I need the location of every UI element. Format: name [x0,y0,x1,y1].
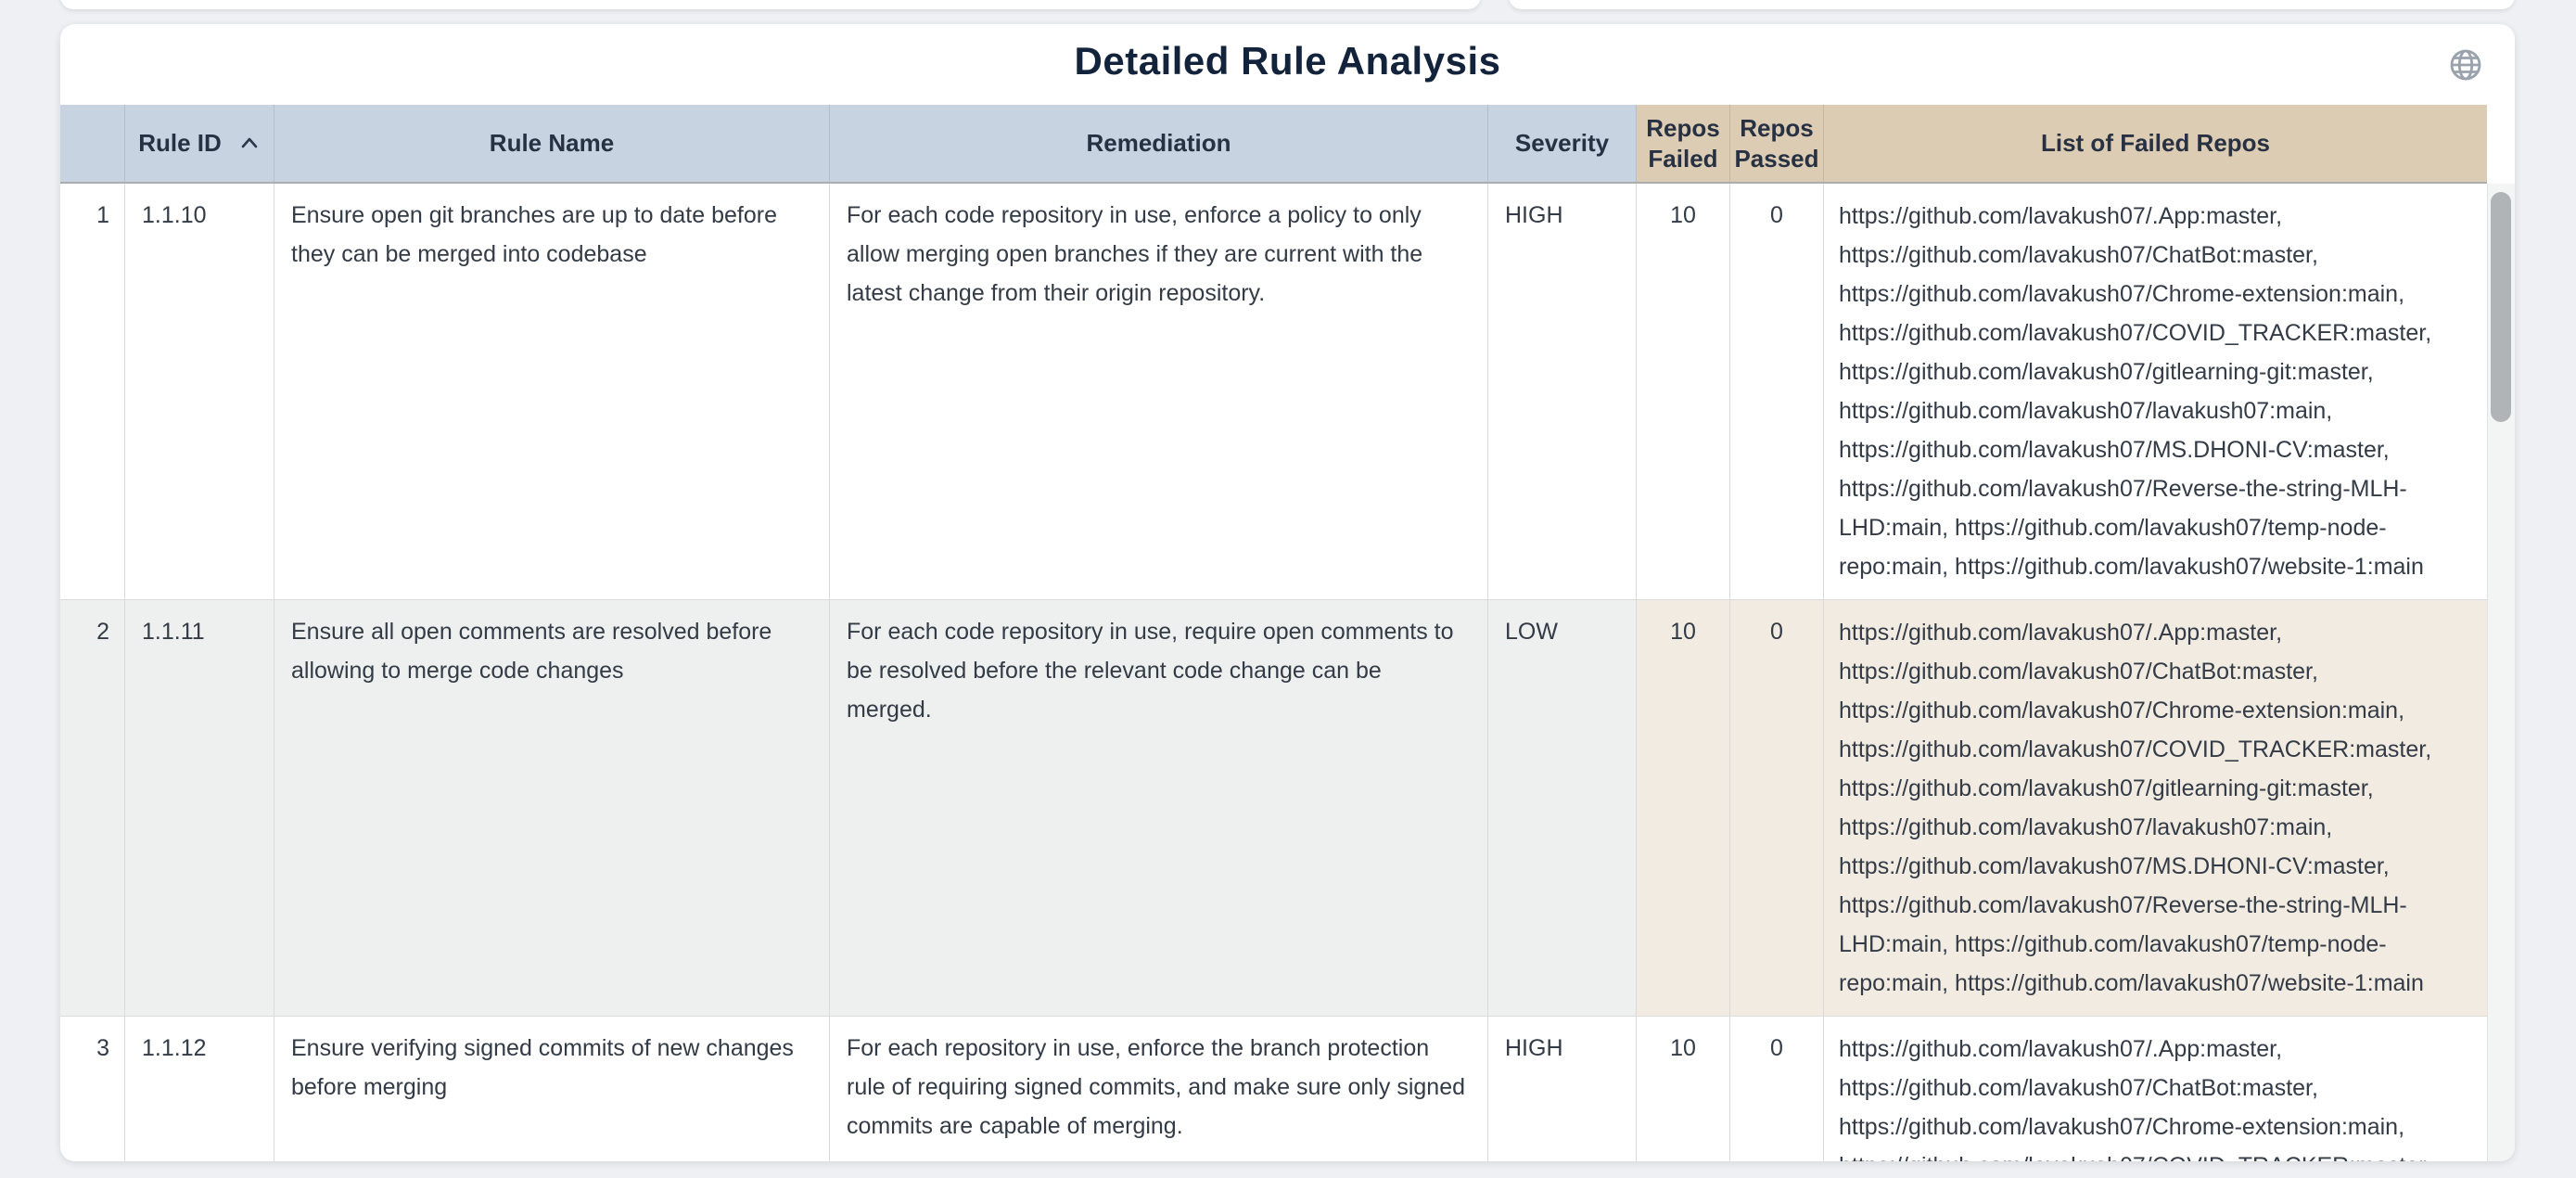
cell-rule-id: 1.1.11 [125,599,274,1016]
cell-row-index: 1 [60,184,125,599]
cell-failed-repos-list: https://github.com/lavakush07/.App:maste… [1824,1016,2487,1161]
page: { "card": { "title": "Detailed Rule Anal… [0,0,2576,1178]
cell-repos-failed: 10 [1637,1016,1730,1161]
column-header-index [60,105,125,182]
cell-rule-id: 1.1.12 [125,1016,274,1161]
cell-remediation: For each code repository in use, enforce… [830,184,1488,599]
column-header-rule-id-label: Rule ID [138,128,222,159]
cell-repos-passed: 0 [1730,599,1824,1016]
cell-repos-failed: 10 [1637,599,1730,1016]
table-row: 3 1.1.12 Ensure verifying signed commits… [60,1016,2487,1161]
column-header-severity: Severity [1488,105,1637,182]
table-header-row: Rule ID Rule Name Remediation Severity R… [60,105,2487,184]
cell-severity: HIGH [1488,1016,1637,1161]
cell-remediation: For each repository in use, enforce the … [830,1016,1488,1161]
detailed-rule-analysis-card: Detailed Rule Analysis Rule ID Rule Name… [60,24,2515,1161]
cell-repos-passed: 0 [1730,184,1824,599]
column-header-rule-id[interactable]: Rule ID [125,105,274,182]
cell-remediation: For each code repository in use, require… [830,599,1488,1016]
cell-row-index: 2 [60,599,125,1016]
globe-icon-glyph [2447,46,2484,83]
cell-repos-passed: 0 [1730,1016,1824,1161]
table-row: 1 1.1.10 Ensure open git branches are up… [60,184,2487,599]
cell-rule-name: Ensure open git branches are up to date … [274,184,830,599]
rule-analysis-table: Rule ID Rule Name Remediation Severity R… [60,105,2487,1161]
table-row: 2 1.1.11 Ensure all open comments are re… [60,599,2487,1016]
scrollbar-thumb[interactable] [2491,192,2511,422]
globe-icon[interactable] [2447,46,2484,83]
column-header-remediation: Remediation [830,105,1488,182]
column-header-repos-passed: Repos Passed [1730,105,1824,182]
cell-rule-id: 1.1.10 [125,184,274,599]
cell-failed-repos-list: https://github.com/lavakush07/.App:maste… [1824,184,2487,599]
column-header-failed-repos-list: List of Failed Repos [1824,105,2487,182]
table-body: 1 1.1.10 Ensure open git branches are up… [60,184,2487,1161]
table-scrollbar[interactable] [2487,184,2515,1161]
cell-failed-repos-list: https://github.com/lavakush07/.App:maste… [1824,599,2487,1016]
cell-row-index: 3 [60,1016,125,1161]
cell-repos-failed: 10 [1637,184,1730,599]
cell-rule-name: Ensure verifying signed commits of new c… [274,1016,830,1161]
top-card-edge-right [1509,0,2515,9]
column-header-repos-failed: Repos Failed [1637,105,1730,182]
card-title: Detailed Rule Analysis [60,39,2515,83]
cell-severity: HIGH [1488,184,1637,599]
column-header-rule-name: Rule Name [274,105,830,182]
sort-ascending-icon [238,133,261,155]
cell-rule-name: Ensure all open comments are resolved be… [274,599,830,1016]
cell-severity: LOW [1488,599,1637,1016]
top-card-edge-left [60,0,1481,9]
